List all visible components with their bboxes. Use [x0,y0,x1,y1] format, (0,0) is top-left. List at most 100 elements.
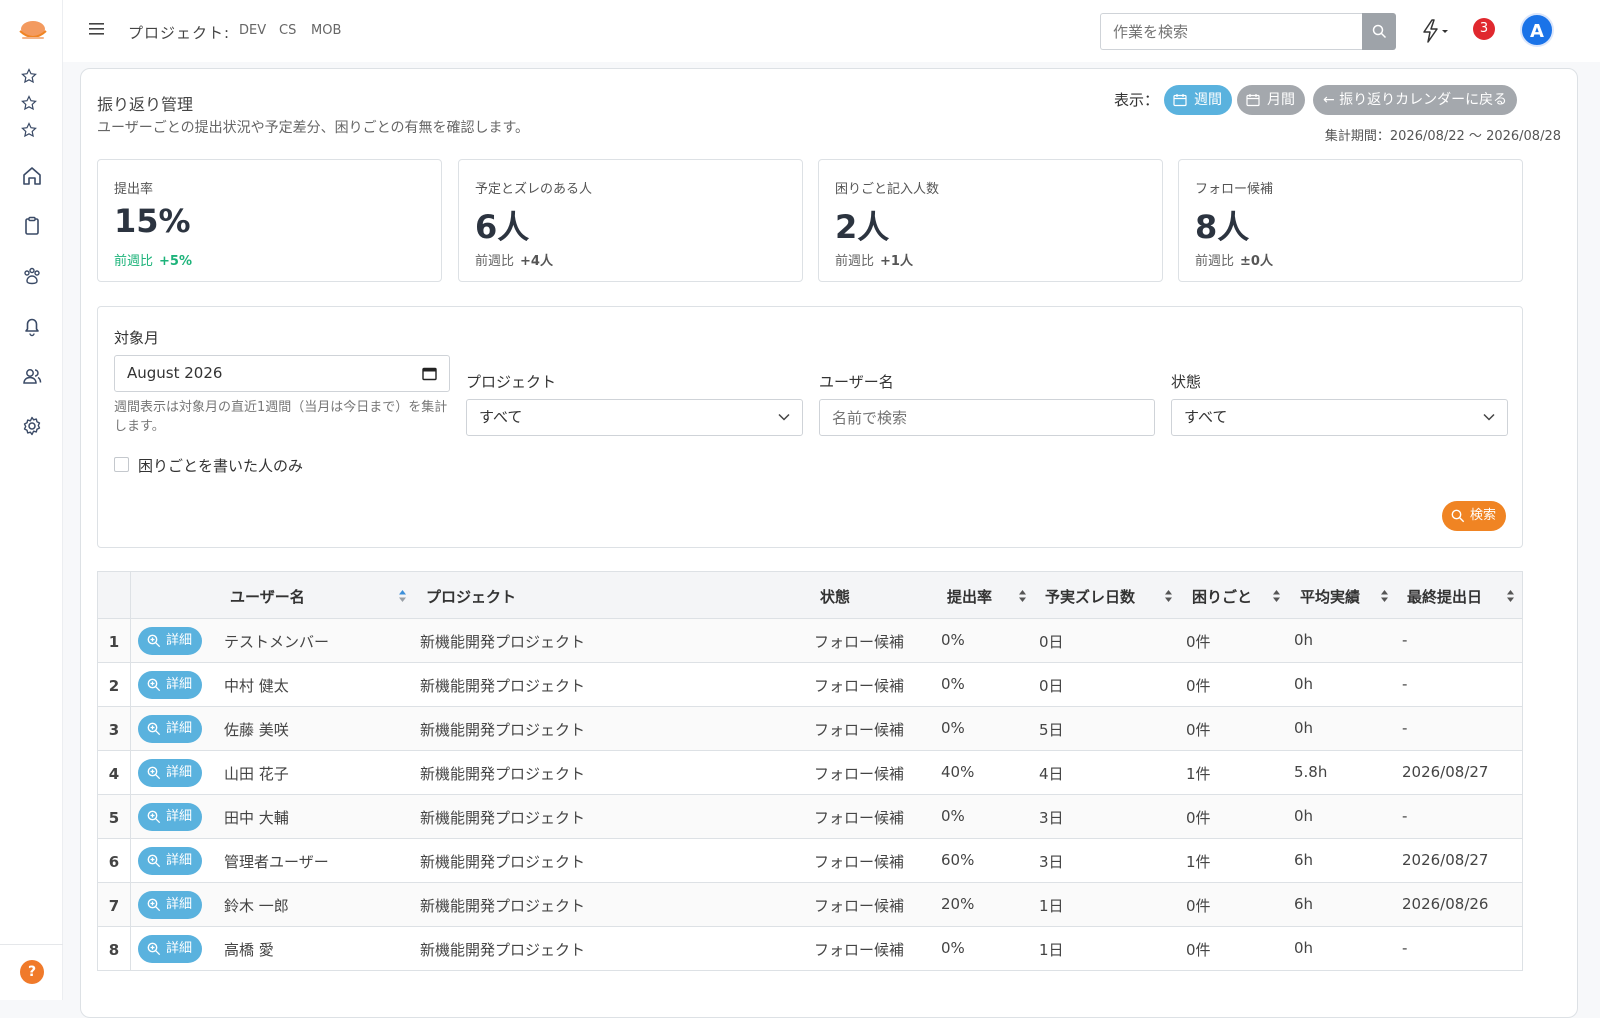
view-month-button[interactable]: 月間 [1237,85,1305,115]
cell-submission-rate: 0% [941,719,965,737]
detail-button[interactable]: 詳細 [138,715,202,743]
project-tag-cs[interactable]: CS [279,23,296,38]
kpi-label: 困りごと記入人数 [835,182,940,197]
filter-search-button[interactable]: 検索 [1442,501,1506,531]
sidebar: ? [0,0,63,1000]
gear-icon[interactable] [21,415,43,437]
cell-issues: 0件 [1186,677,1211,695]
col-avg-header[interactable]: 平均実績 [1300,586,1360,607]
status-filter-label: 状態 [1171,373,1202,391]
notification-badge[interactable]: 3 [1473,18,1495,40]
help-button[interactable]: ? [20,960,44,984]
cell-status: フォロー候補 [814,853,905,871]
project-label: プロジェクト: [128,24,231,42]
col-rate-header[interactable]: 提出率 [947,586,992,607]
cell-last-submitted: - [1402,719,1408,737]
table-header: ユーザー名 プロジェクト 状態 提出率 予実ズレ日数 困りごと 平均実績 最終提… [97,571,1523,619]
col-project-header[interactable]: プロジェクト [426,586,516,607]
sort-icon[interactable] [1506,589,1515,603]
kpi-delta-label: 前週比 [475,254,515,269]
back-to-calendar-button[interactable]: ← 振り返りカレンダーに戻る [1313,85,1518,115]
project-select[interactable]: すべて [466,399,803,436]
aggregation-period: 集計期間：2026/08/22 〜 2026/08/28 [1324,129,1561,144]
cell-user-name: 佐藤 美咲 [224,721,289,739]
sort-icon[interactable] [1164,589,1173,603]
sort-icon[interactable] [1018,589,1027,603]
cell-project: 新機能開発プロジェクト [420,809,586,827]
paw-icon[interactable] [21,265,43,287]
cell-average-actual: 0h [1294,631,1314,649]
clipboard-icon[interactable] [21,215,43,237]
kpi-label: フォロー候補 [1195,182,1274,197]
issues-only-label[interactable]: 困りごとを書いた人のみ [138,455,303,476]
star-icon[interactable] [21,95,37,111]
status-select[interactable]: すべて [1171,399,1508,436]
row-index: 7 [98,883,131,926]
sort-icon[interactable] [398,589,407,603]
cell-user-name: 中村 健太 [224,677,289,695]
col-user-header[interactable]: ユーザー名 [230,586,305,607]
kpi-follow-candidates: フォロー候補 8人 前週比 ±0人 [1178,159,1523,282]
project-tag-dev[interactable]: DEV [239,23,266,38]
quick-action-icon[interactable] [1419,18,1455,44]
user-name-search-input[interactable] [819,399,1155,436]
table-row: 3 詳細 佐藤 美咲 新機能開発プロジェクト フォロー候補 0% 5日 0件 0h - [97,707,1523,751]
col-last-header[interactable]: 最終提出日 [1407,586,1482,607]
cell-issues: 0件 [1186,633,1211,651]
zoom-icon [147,722,161,736]
detail-button[interactable]: 詳細 [138,759,202,787]
col-status-header[interactable]: 状態 [820,586,850,607]
cell-submission-rate: 60% [941,851,975,869]
kpi-submission-rate: 提出率 15% 前週比 +5% [97,159,442,282]
cell-deviation-days: 1日 [1039,897,1064,915]
zoom-icon [147,678,161,692]
view-week-label: 週間 [1194,92,1222,108]
col-issues-header[interactable]: 困りごと [1192,586,1252,607]
detail-button-label: 詳細 [166,941,193,956]
cell-issues: 0件 [1186,941,1211,959]
kpi-issue-writers: 困りごと記入人数 2人 前週比 +1人 [818,159,1163,282]
cell-deviation-days: 4日 [1039,765,1064,783]
task-search-input[interactable] [1100,13,1362,50]
detail-button[interactable]: 詳細 [138,627,202,655]
table-row: 7 詳細 鈴木 一郎 新機能開発プロジェクト フォロー候補 20% 1日 0件 6h 2026/0… [97,883,1523,927]
detail-button[interactable]: 詳細 [138,803,202,831]
detail-button[interactable]: 詳細 [138,847,202,875]
home-icon[interactable] [21,165,43,187]
detail-button[interactable]: 詳細 [138,891,202,919]
cell-project: 新機能開発プロジェクト [420,941,586,959]
col-diff-header[interactable]: 予実ズレ日数 [1045,586,1135,607]
star-icon[interactable] [21,68,37,84]
search-icon [1372,24,1387,39]
cell-deviation-days: 1日 [1039,941,1064,959]
issues-only-checkbox[interactable] [114,457,129,472]
menu-icon[interactable] [89,22,105,36]
cell-user-name: 山田 花子 [224,765,289,783]
filter-search-label: 検索 [1470,508,1497,523]
app-logo-icon[interactable] [18,18,48,42]
chevron-down-icon [778,413,790,421]
users-icon[interactable] [21,365,43,387]
detail-button[interactable]: 詳細 [138,935,202,963]
bell-icon[interactable] [21,315,43,337]
row-index: 2 [98,663,131,706]
results-table: ユーザー名 プロジェクト 状態 提出率 予実ズレ日数 困りごと 平均実績 最終提… [97,571,1523,971]
status-select-value: すべて [1184,408,1228,426]
star-icon[interactable] [21,122,37,138]
cell-last-submitted: - [1402,675,1408,693]
cell-project: 新機能開発プロジェクト [420,897,586,915]
sort-icon[interactable] [1380,589,1389,603]
sort-icon[interactable] [1272,589,1281,603]
search-icon [1451,509,1465,523]
calendar-icon [422,367,437,381]
task-search-button[interactable] [1362,13,1396,50]
month-value: August 2026 [127,364,223,382]
user-avatar[interactable]: A [1520,13,1554,47]
month-picker[interactable]: August 2026 [114,355,450,392]
kpi-delta-label: 前週比 [1195,254,1235,269]
cell-status: フォロー候補 [814,721,905,739]
cell-average-actual: 0h [1294,807,1314,825]
project-tag-mob[interactable]: MOB [311,23,341,38]
view-week-button[interactable]: 週間 [1164,85,1232,115]
detail-button[interactable]: 詳細 [138,671,202,699]
